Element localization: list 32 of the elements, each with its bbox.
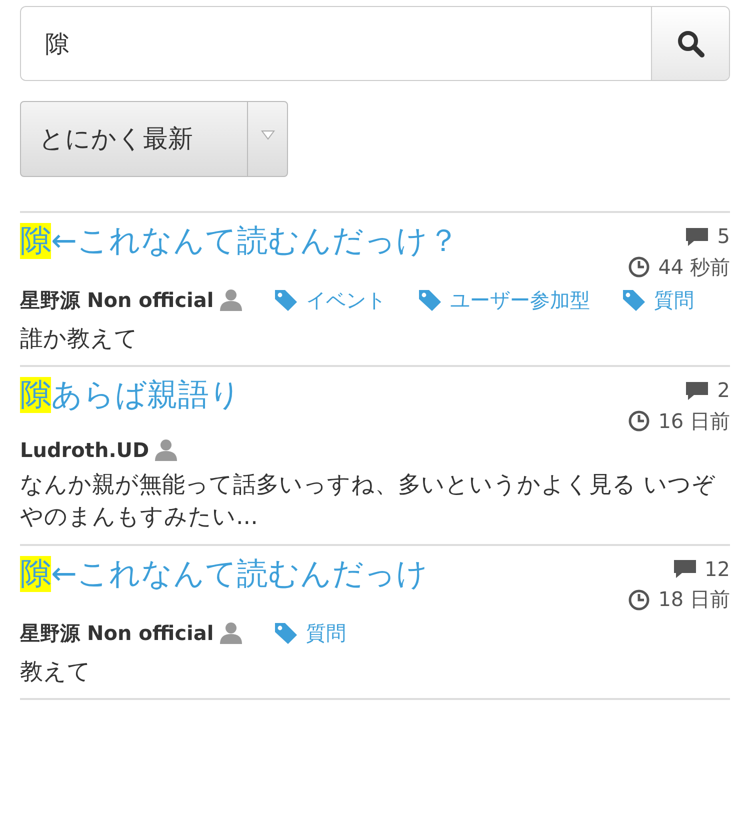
clock-icon [628, 410, 650, 432]
comment-icon [685, 380, 710, 401]
tag-icon [274, 289, 298, 311]
author-name: Ludroth.UD [20, 437, 150, 464]
comment-icon [685, 226, 710, 246]
tag-icon [274, 622, 298, 644]
comment-icon [672, 559, 697, 580]
tag-icon [622, 289, 646, 311]
comment-count: 5 [717, 223, 730, 250]
search-field[interactable]: 隙 [20, 6, 730, 81]
sort-dropdown[interactable]: とにかく最新 [20, 101, 288, 177]
user-icon [155, 439, 178, 462]
post-time: 16 日前 [658, 408, 730, 435]
author-name: 星野源 Non official [20, 620, 214, 647]
search-button[interactable] [651, 7, 729, 80]
post-time: 44 秒前 [658, 254, 730, 280]
tag-link[interactable]: 質問 [622, 281, 694, 319]
author-name: 星野源 Non official [20, 287, 214, 314]
post-excerpt: なんか親が無能って話多いっすね、多いというかよく見る いつぞやのまんもすみたい... [20, 471, 716, 532]
comment-count: 2 [717, 377, 730, 404]
post-title-link[interactable]: 隙あらば親語り [20, 377, 241, 440]
post-excerpt: 教えて [20, 658, 92, 687]
post-excerpt: 誰か教えて [20, 325, 139, 354]
user-icon [220, 622, 242, 644]
clock-icon [628, 256, 650, 278]
post-time: 18 日前 [658, 586, 730, 614]
search-icon [676, 30, 704, 58]
tag-icon [418, 289, 442, 311]
clock-icon [628, 588, 650, 611]
comment-count: 12 [704, 556, 730, 583]
user-icon [220, 289, 242, 311]
caret-icon [260, 130, 274, 140]
